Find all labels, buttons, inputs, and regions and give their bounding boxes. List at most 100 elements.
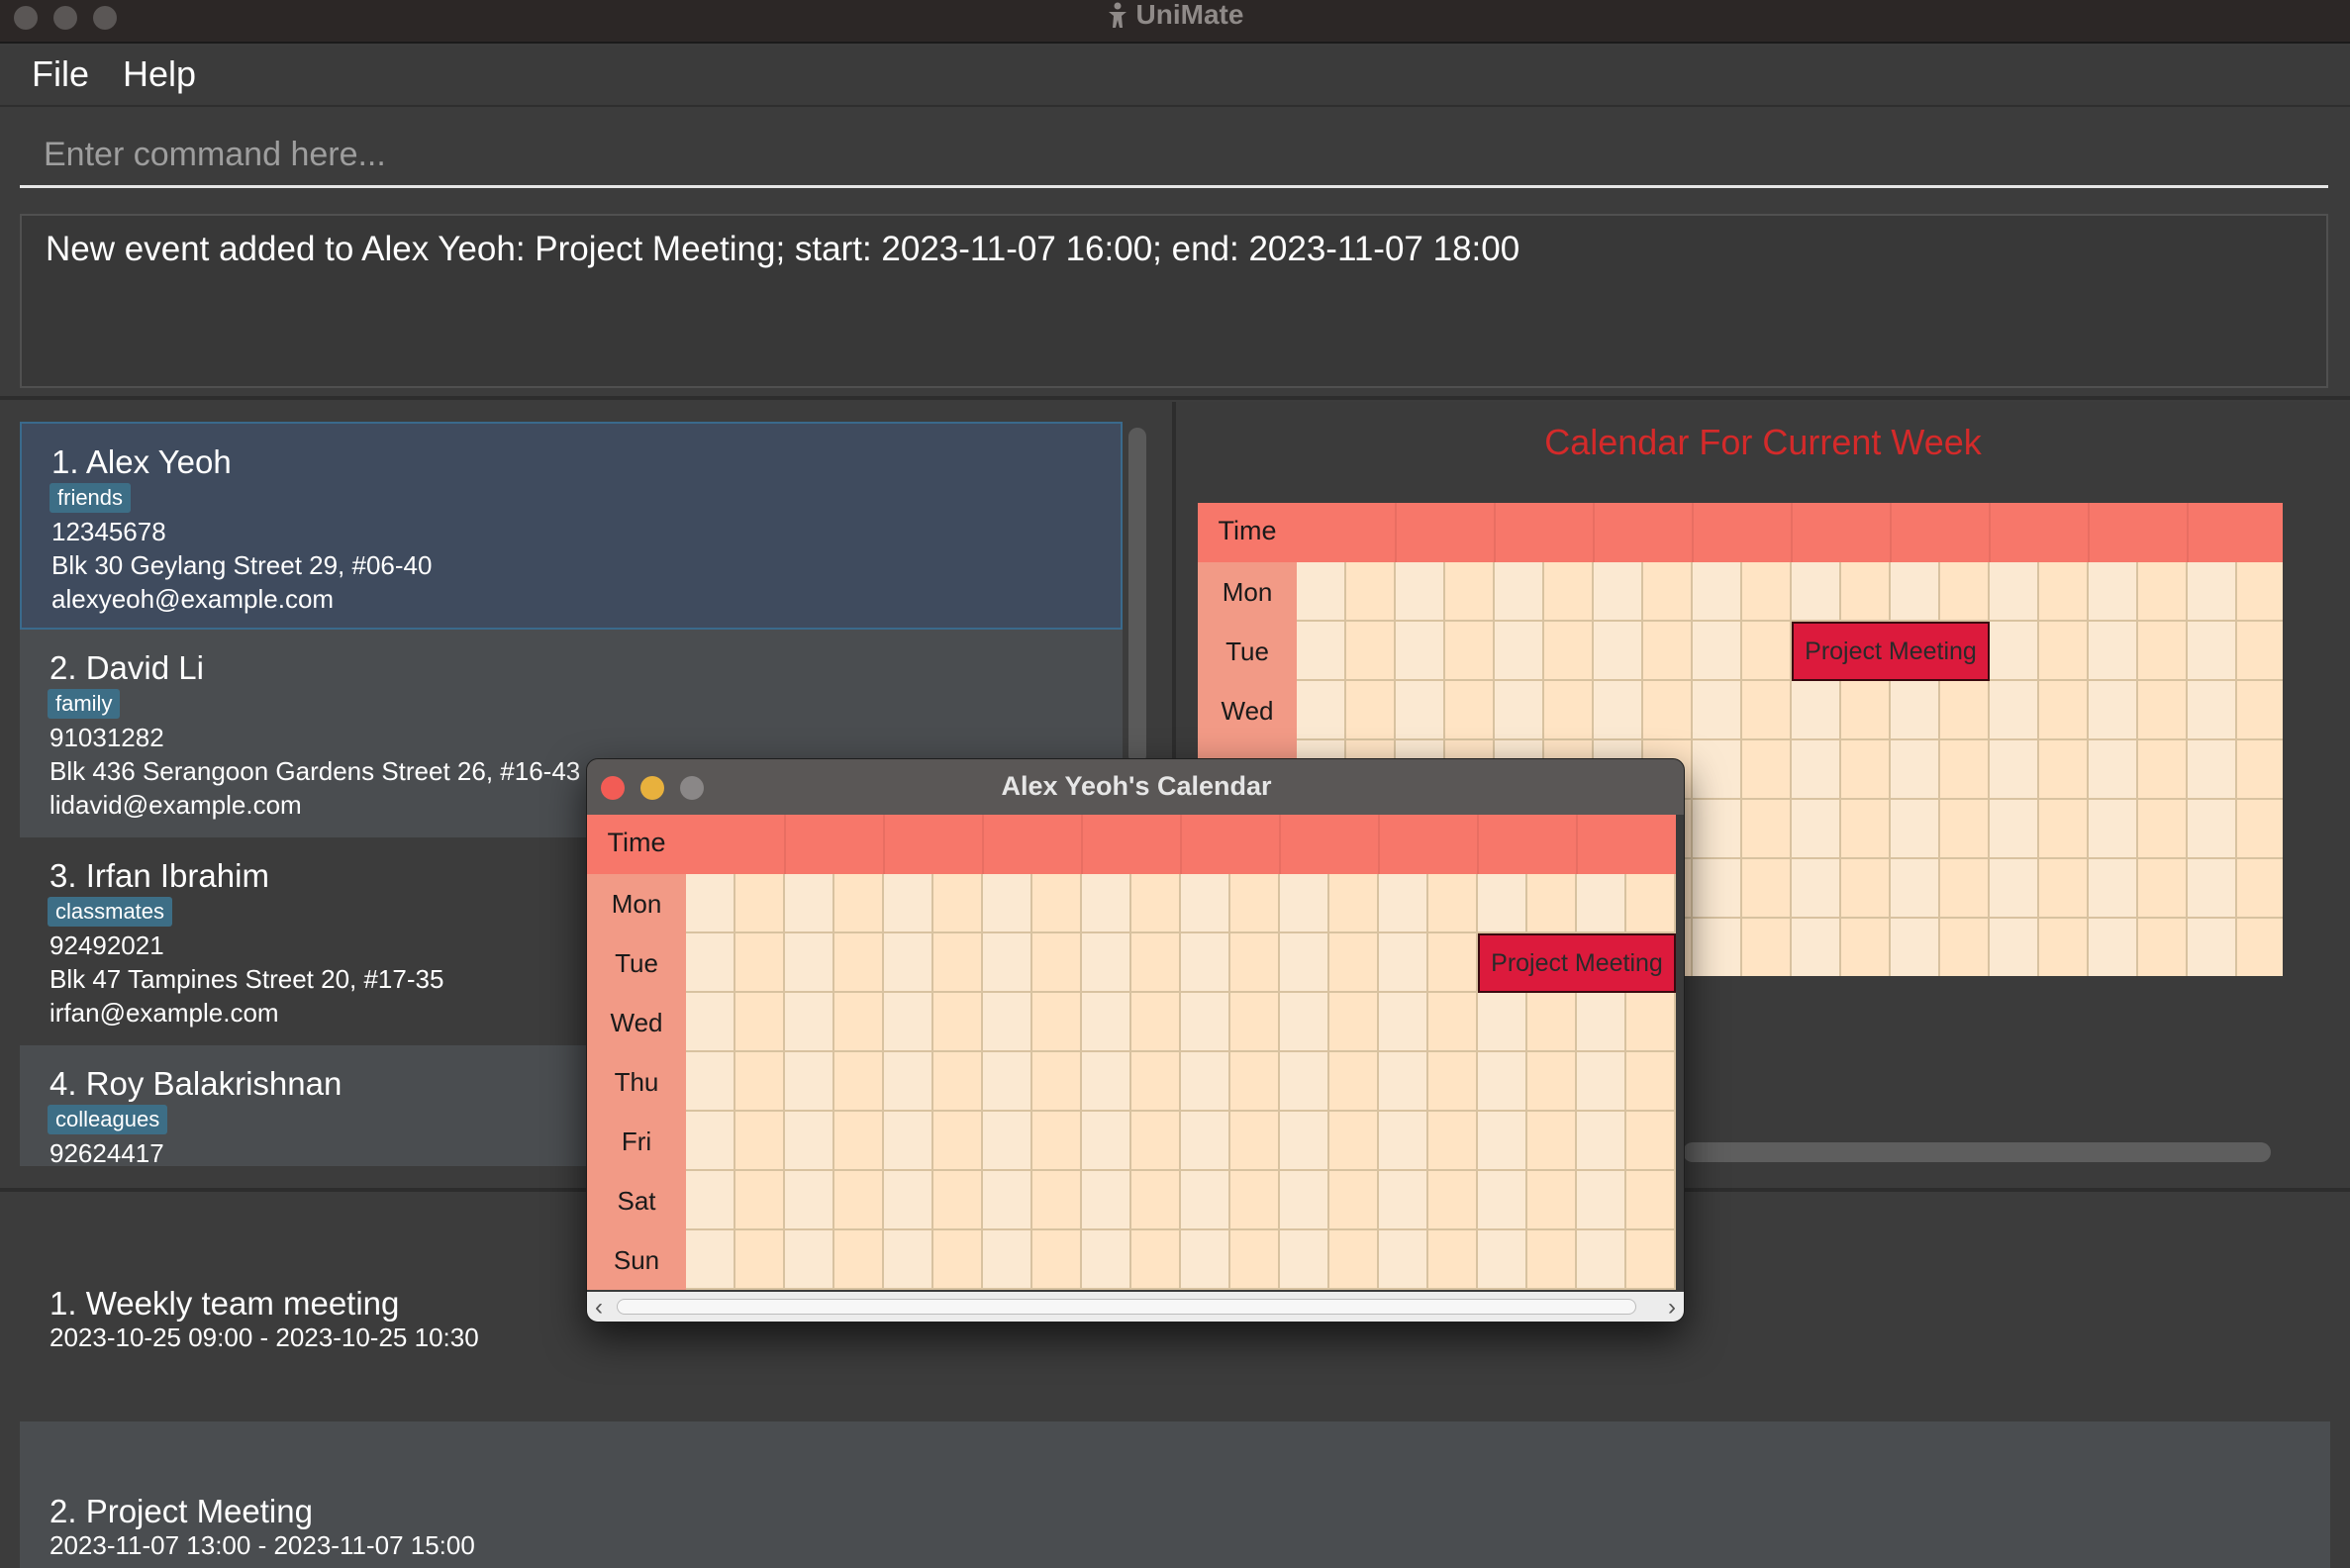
calendar-cell[interactable] [1577,1112,1626,1171]
calendar-cell[interactable] [1131,1112,1181,1171]
calendar-cell[interactable] [1280,1171,1329,1230]
calendar-cell[interactable] [686,993,735,1052]
calendar-cell[interactable] [1478,1171,1527,1230]
calendar-cell[interactable] [1693,622,1742,681]
calendar-cell[interactable] [1379,1112,1428,1171]
calendar-cell[interactable] [1280,1052,1329,1112]
calendar-cell[interactable] [1594,622,1643,681]
calendar-cell[interactable] [2237,859,2283,919]
calendar-cell[interactable] [1131,1230,1181,1290]
calendar-cell[interactable] [1032,1230,1082,1290]
calendar-cell[interactable] [1626,1230,1676,1290]
calendar-cell[interactable] [1626,993,1676,1052]
calendar-cell[interactable] [2188,562,2237,622]
calendar-cell[interactable] [1495,681,1544,740]
calendar-cell[interactable] [1792,919,1841,976]
calendar-cell[interactable] [1379,993,1428,1052]
menu-file[interactable]: File [32,53,89,95]
popup-scroll-thumb[interactable] [617,1299,1636,1315]
calendar-cell[interactable] [1577,1052,1626,1112]
calendar-cell[interactable] [1346,622,1396,681]
calendar-cell[interactable] [735,874,785,933]
calendar-cell[interactable] [1396,681,1445,740]
calendar-cell[interactable] [785,993,834,1052]
calendar-cell[interactable] [983,1112,1032,1171]
calendar-cell[interactable] [2089,562,2138,622]
calendar-cell[interactable] [1693,859,1742,919]
calendar-cell[interactable] [1841,562,1891,622]
calendar-cell[interactable] [1082,1230,1131,1290]
calendar-cell[interactable] [1990,562,2039,622]
calendar-cell[interactable] [1527,1171,1577,1230]
calendar-cell[interactable] [1577,1171,1626,1230]
calendar-cell[interactable] [1478,1230,1527,1290]
event-block[interactable]: Project Meeting [1792,622,1990,681]
calendar-cell[interactable] [1280,1112,1329,1171]
calendar-cell[interactable] [2138,622,2188,681]
calendar-cell[interactable] [1527,1230,1577,1290]
calendar-cell[interactable] [1329,1230,1379,1290]
calendar-cell[interactable] [1329,993,1379,1052]
calendar-cell[interactable] [785,1052,834,1112]
calendar-cell[interactable] [1181,993,1230,1052]
calendar-cell[interactable] [735,1112,785,1171]
calendar-cell[interactable] [1495,622,1544,681]
calendar-cell[interactable] [2188,859,2237,919]
calendar-cell[interactable] [1379,933,1428,993]
calendar-cell[interactable] [983,1230,1032,1290]
calendar-cell[interactable] [2188,919,2237,976]
calendar-cell[interactable] [2138,562,2188,622]
calendar-cell[interactable] [1742,740,1792,800]
calendar-cell[interactable] [1742,800,1792,859]
calendar-cell[interactable] [933,1171,983,1230]
calendar-cell[interactable] [983,1171,1032,1230]
calendar-cell[interactable] [686,1112,735,1171]
calendar-cell[interactable] [2237,622,2283,681]
calendar-cell[interactable] [2138,859,2188,919]
calendar-cell[interactable] [2089,800,2138,859]
calendar-cell[interactable] [1230,993,1280,1052]
person-card[interactable]: 1. Alex Yeoh friends 12345678 Blk 30 Gey… [20,422,1123,630]
calendar-cell[interactable] [2039,740,2089,800]
calendar-cell[interactable] [1891,919,1940,976]
calendar-cell[interactable] [1841,800,1891,859]
calendar-cell[interactable] [884,933,933,993]
calendar-cell[interactable] [1841,740,1891,800]
scroll-right-icon[interactable]: › [1668,1294,1676,1322]
calendar-cell[interactable] [933,1052,983,1112]
calendar-cell[interactable] [686,1052,735,1112]
calendar-cell[interactable] [1594,562,1643,622]
calendar-cell[interactable] [1181,1171,1230,1230]
calendar-cell[interactable] [1032,993,1082,1052]
calendar-cell[interactable] [1693,919,1742,976]
calendar-cell[interactable] [2039,681,2089,740]
calendar-cell[interactable] [1495,562,1544,622]
calendar-cell[interactable] [1230,1171,1280,1230]
calendar-cell[interactable] [1792,740,1841,800]
calendar-cell[interactable] [1940,740,1990,800]
calendar-cell[interactable] [1891,562,1940,622]
calendar-cell[interactable] [1792,681,1841,740]
popup-title-bar[interactable]: Alex Yeoh's Calendar [587,759,1684,815]
calendar-cell[interactable] [2237,740,2283,800]
calendar-cell[interactable] [1940,800,1990,859]
calendar-cell[interactable] [1297,562,1346,622]
calendar-cell[interactable] [1940,562,1990,622]
calendar-cell[interactable] [1891,740,1940,800]
calendar-cell[interactable] [1792,562,1841,622]
calendar-cell[interactable] [1329,1171,1379,1230]
calendar-cell[interactable] [686,1230,735,1290]
calendar-cell[interactable] [1990,919,2039,976]
calendar-cell[interactable] [1544,681,1594,740]
calendar-cell[interactable] [983,993,1032,1052]
scroll-left-icon[interactable]: ‹ [595,1294,603,1322]
calendar-cell[interactable] [933,933,983,993]
calendar-cell[interactable] [735,993,785,1052]
calendar-cell[interactable] [1346,681,1396,740]
calendar-cell[interactable] [1230,933,1280,993]
calendar-cell[interactable] [2237,681,2283,740]
calendar-cell[interactable] [785,874,834,933]
calendar-cell[interactable] [735,1230,785,1290]
calendar-cell[interactable] [1230,1112,1280,1171]
calendar-cell[interactable] [1891,859,1940,919]
